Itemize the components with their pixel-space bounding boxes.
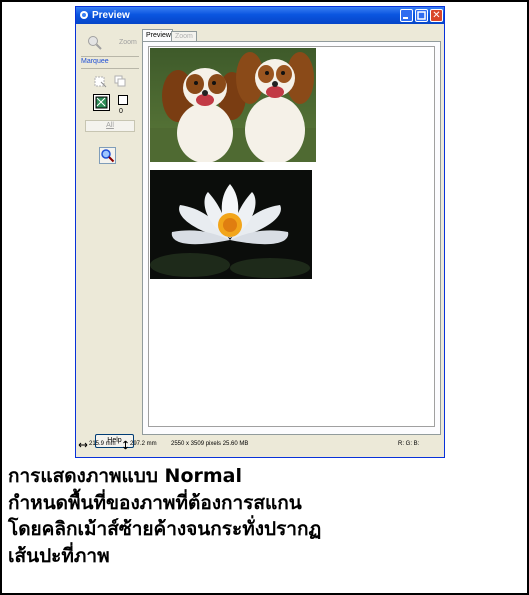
caption-line: การแสดงภาพแบบ Normal: [8, 465, 242, 487]
close-button[interactable]: ✕: [430, 9, 443, 22]
maximize-button[interactable]: [415, 9, 428, 22]
zoom-tool-icon: [101, 149, 115, 163]
zoom-tool-button[interactable]: [99, 147, 116, 164]
left-toolbar: Zoom Marquee 0 All Help: [79, 27, 142, 448]
pixel-info: 2550 x 3509 pixels 25.60 MB: [171, 441, 249, 447]
toolbar-divider: [81, 68, 139, 69]
width-arrow-icon: [78, 442, 88, 448]
checkbox[interactable]: [118, 95, 128, 105]
caption-line: กำหนดพื้นที่ของภาพที่ต้องการสแกน: [8, 491, 302, 514]
dogs-photo: [150, 48, 316, 162]
caption: การแสดงภาพแบบ Normal กำหนดพื้นที่ของภาพท…: [8, 463, 518, 569]
preview-window: Preview ✕ Zoom Marquee 0 All Help Previe…: [75, 6, 445, 458]
preview-panel: [142, 41, 441, 435]
caption-line: เส้นปะที่ภาพ: [8, 544, 110, 567]
rgb-readout: R: G: B:: [398, 441, 420, 447]
tab-zoom[interactable]: Zoom: [171, 31, 197, 41]
auto-locate-icon[interactable]: [93, 94, 110, 111]
app-icon: [80, 11, 88, 19]
tab-preview[interactable]: Preview: [142, 29, 173, 41]
lotus-flower-photo: [150, 170, 312, 279]
all-button[interactable]: All: [85, 120, 135, 132]
minimize-button[interactable]: [400, 9, 413, 22]
window-title: Preview: [92, 10, 130, 21]
marquee-copy-icon[interactable]: [113, 74, 128, 89]
height-value: 297.2 mm: [130, 441, 157, 447]
selection-count: 0: [119, 108, 123, 115]
marquee-icon[interactable]: [93, 74, 108, 89]
status-bar: 215.9 mm 297.2 mm 2550 x 3509 pixels 25.…: [78, 439, 442, 451]
toolbar-divider: [81, 56, 139, 57]
zoom-button[interactable]: Zoom: [83, 33, 139, 53]
height-arrow-icon: [123, 440, 128, 450]
caption-line: โดยคลิกเม้าส์ซ้ายค้างจนกระทั่งปรากฏ: [8, 518, 322, 540]
zoom-label: Zoom: [119, 39, 137, 46]
scan-canvas[interactable]: [148, 46, 435, 427]
width-value: 215.9 mm: [89, 441, 116, 447]
marquee-label: Marquee: [81, 58, 109, 65]
title-bar[interactable]: Preview ✕: [76, 7, 444, 24]
zoom-icon: [88, 36, 102, 50]
